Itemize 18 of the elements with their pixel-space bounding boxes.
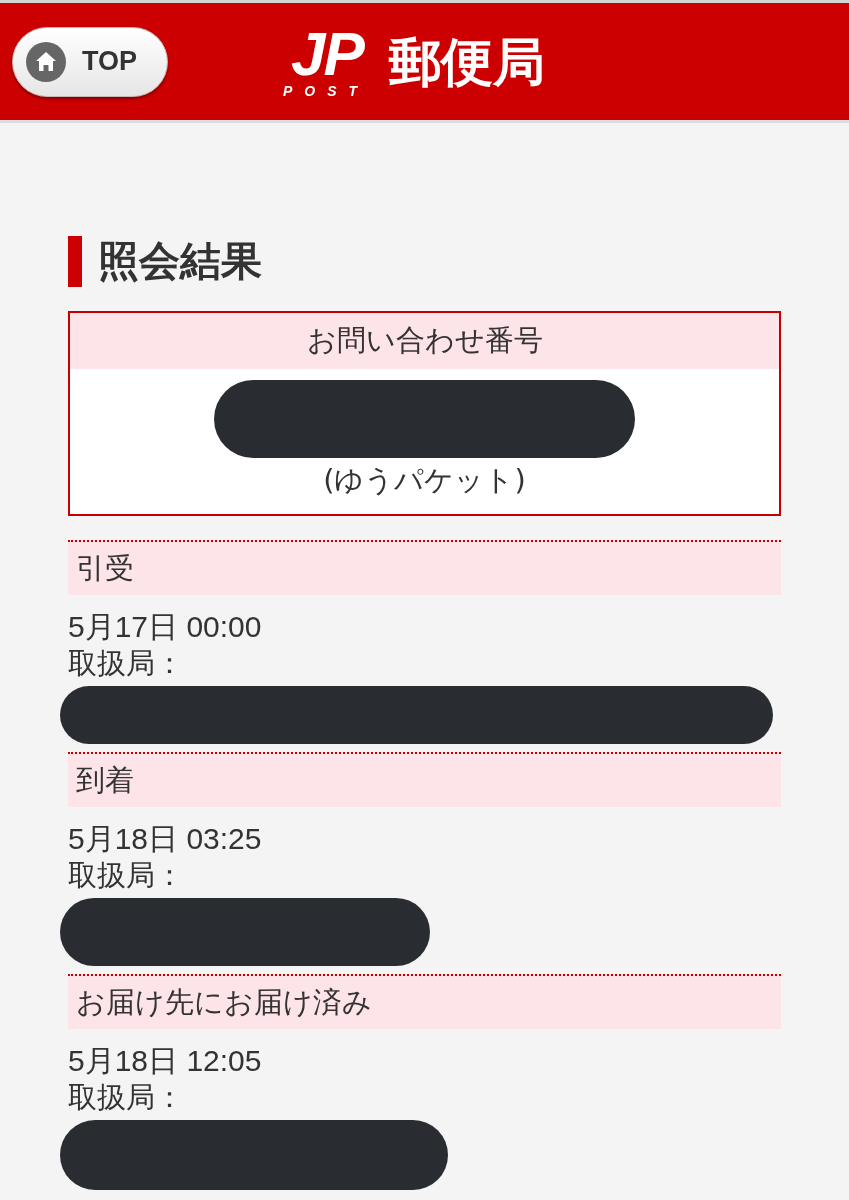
logo-subtext: POST	[283, 83, 370, 98]
tracking-label: お問い合わせ番号	[70, 313, 779, 369]
home-icon	[26, 41, 66, 82]
office-label: 取扱局：	[68, 1079, 184, 1116]
event-datetime: 5月18日 12:05	[68, 1043, 262, 1079]
top-button[interactable]: TOP	[12, 26, 168, 97]
status-header: お届け先にお届け済み	[68, 974, 781, 1029]
event-datetime: 5月18日 03:25	[68, 821, 262, 857]
office-label: 取扱局：	[68, 857, 184, 894]
status-header: 引受	[68, 540, 781, 595]
office-label: 取扱局：	[68, 645, 184, 682]
event-datetime: 5月17日 00:00	[68, 609, 262, 645]
title-accent-bar	[68, 236, 82, 287]
service-type: (ゆうパケット)	[323, 462, 526, 499]
logo-text: JP	[291, 25, 363, 82]
status-header: 到着	[68, 752, 781, 807]
site-name: 郵便局	[389, 35, 546, 88]
page-title: 照会結果	[98, 241, 262, 282]
